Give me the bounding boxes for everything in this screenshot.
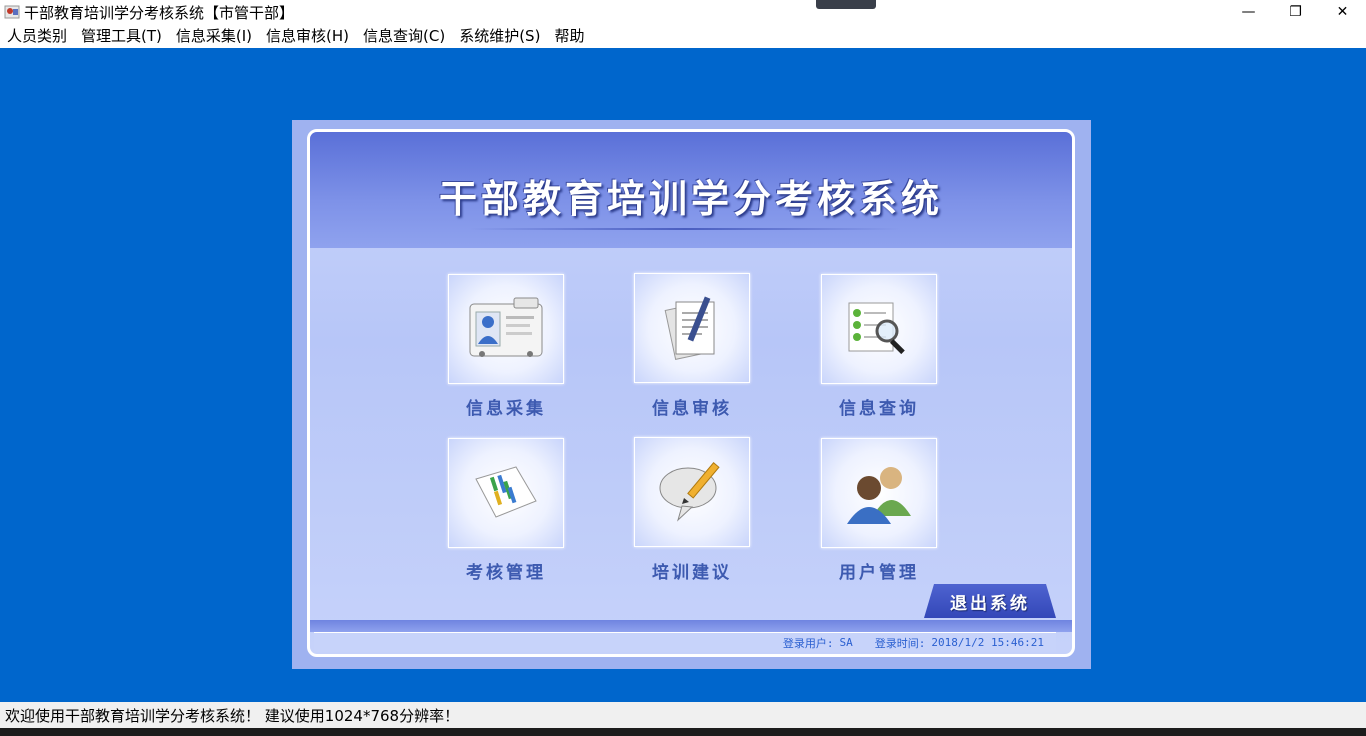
main-panel: 干部教育培训学分考核系统 信息采集 信息审核 信息查询 考核管理 培训建议 用户…	[292, 120, 1091, 669]
title-bar: 干部教育培训学分考核系统【市管干部】 — ❐ ✕	[0, 0, 1366, 24]
menu-info-collection[interactable]: 信息采集(I)	[169, 24, 259, 48]
menu-bar: 人员类别 管理工具(T) 信息采集(I) 信息审核(H) 信息查询(C) 系统维…	[0, 24, 1366, 48]
speech-bubble-pencil-icon	[659, 462, 720, 522]
document-pen-icon	[664, 296, 715, 360]
menu-personnel-category[interactable]: 人员类别	[0, 24, 74, 48]
tile-label-assessment-management[interactable]: 考核管理	[436, 558, 576, 583]
taskbar	[0, 728, 1366, 736]
gantt-chart-icon	[475, 466, 537, 518]
tile-label-info-review[interactable]: 信息审核	[622, 394, 762, 419]
users-icon	[847, 467, 911, 524]
drag-indicator	[816, 0, 876, 9]
login-time-label: 登录时间:	[874, 636, 926, 650]
app-icon	[4, 4, 20, 20]
login-user-value: SA	[839, 636, 853, 649]
tile-info-query[interactable]	[821, 274, 937, 384]
exit-system-button[interactable]: 退出系统	[924, 584, 1056, 618]
maximize-button[interactable]: ❐	[1272, 0, 1319, 24]
tile-training-suggestion[interactable]	[634, 437, 750, 547]
tile-user-management[interactable]	[821, 438, 937, 548]
checklist-search-icon	[848, 302, 905, 355]
window-title: 干部教育培训学分考核系统【市管干部】	[24, 3, 295, 22]
menu-system-maintenance[interactable]: 系统维护(S)	[452, 24, 547, 48]
page-title: 干部教育培训学分考核系统	[438, 177, 943, 221]
login-time-value: 2018/1/2 15:46:21	[931, 636, 1044, 649]
close-button[interactable]: ✕	[1319, 0, 1366, 24]
menu-info-query[interactable]: 信息查询(C)	[356, 24, 452, 48]
main-frame: 干部教育培训学分考核系统 信息采集 信息审核 信息查询 考核管理 培训建议 用户…	[307, 129, 1075, 657]
status-message: 欢迎使用干部教育培训学分考核系统！ 建议使用1024*768分辨率！	[5, 706, 460, 725]
header-banner: 干部教育培训学分考核系统	[310, 132, 1072, 248]
tile-label-training-suggestion[interactable]: 培训建议	[622, 558, 762, 583]
tile-info-review[interactable]	[634, 273, 750, 383]
minimize-button[interactable]: —	[1225, 0, 1272, 24]
status-bar: 欢迎使用干部教育培训学分考核系统！ 建议使用1024*768分辨率！	[0, 702, 1366, 728]
login-user-label: 登录用户:	[782, 636, 834, 650]
tile-assessment-management[interactable]	[448, 438, 564, 548]
login-info-bar: 登录用户: SA 登录时间: 2018/1/2 15:46:21	[314, 632, 1056, 652]
tile-label-info-collection[interactable]: 信息采集	[436, 394, 576, 419]
menu-management-tools[interactable]: 管理工具(T)	[74, 24, 169, 48]
footer-band	[310, 620, 1072, 632]
tile-info-collection[interactable]	[448, 274, 564, 384]
tile-label-user-management[interactable]: 用户管理	[809, 558, 949, 583]
menu-info-review[interactable]: 信息审核(H)	[259, 24, 356, 48]
header-divider	[470, 228, 900, 230]
menu-help[interactable]: 帮助	[547, 24, 591, 48]
contact-card-icon	[469, 297, 543, 357]
tile-label-info-query[interactable]: 信息查询	[809, 394, 949, 419]
